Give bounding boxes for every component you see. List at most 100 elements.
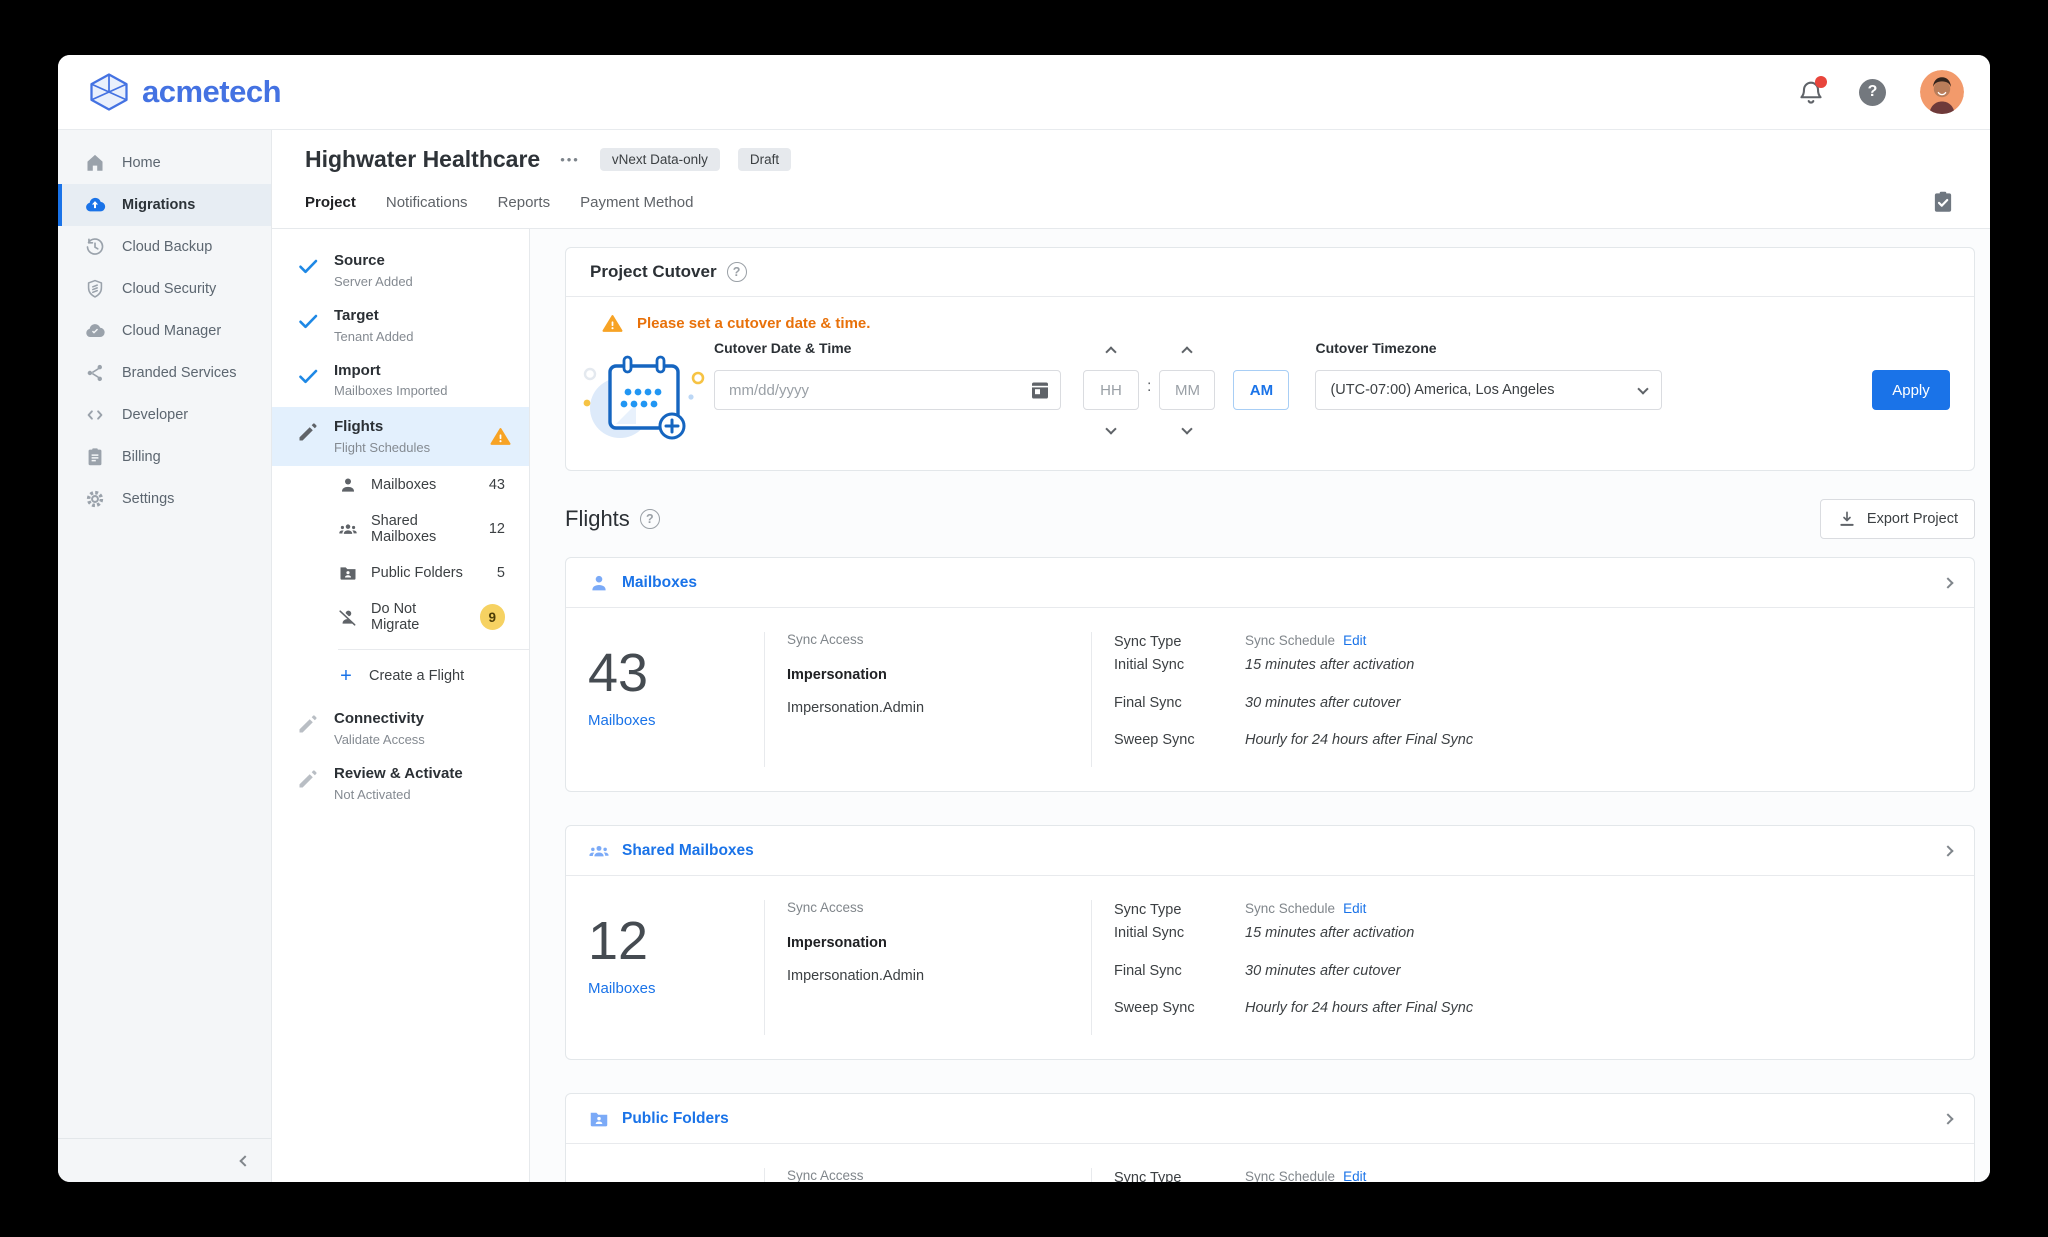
sidebar-item-label: Cloud Security: [122, 281, 216, 297]
flight-nav-do-not-migrate[interactable]: Do Not Migrate 9: [272, 592, 529, 642]
notifications-bell-icon[interactable]: [1797, 78, 1825, 106]
sync-type-value: Sweep Sync: [1114, 998, 1245, 1018]
step-flights[interactable]: Flights Flight Schedules: [272, 407, 529, 466]
export-project-label: Export Project: [1867, 511, 1958, 527]
minute-down-icon[interactable]: [1183, 420, 1191, 440]
flight-card-public-folders: Public Folders 5 Sync Access: [565, 1093, 1975, 1182]
apply-button[interactable]: Apply: [1872, 370, 1950, 410]
step-review-activate[interactable]: Review & Activate Not Activated: [272, 756, 529, 811]
sync-schedule-header: Sync Schedule: [1245, 900, 1335, 919]
sidebar-item-cloud-manager[interactable]: Cloud Manager: [58, 310, 271, 352]
edit-schedule-link[interactable]: Edit: [1343, 632, 1366, 651]
chevron-right-icon[interactable]: [1942, 577, 1953, 588]
step-subtitle: Flight Schedules: [334, 440, 430, 455]
share-icon: [84, 362, 106, 384]
project-cutover-card: Project Cutover ? Please set a cutover d…: [565, 247, 1975, 471]
step-connectivity[interactable]: Connectivity Validate Access: [272, 701, 529, 756]
calendar-picker-icon[interactable]: [1028, 378, 1052, 402]
checklist-clipboard-icon[interactable]: [1930, 189, 1956, 215]
chevron-right-icon[interactable]: [1942, 845, 1953, 856]
sidebar-item-label: Billing: [122, 449, 161, 465]
notification-badge: [1815, 76, 1827, 88]
meridiem-toggle[interactable]: AM: [1233, 370, 1289, 410]
step-subtitle: Validate Access: [334, 732, 425, 747]
cutover-help-icon[interactable]: ?: [727, 262, 747, 282]
sync-schedule-value: 30 minutes after cutover: [1245, 961, 1944, 981]
do-not-migrate-badge: 9: [480, 604, 505, 630]
sidebar-item-settings[interactable]: Settings: [58, 478, 271, 520]
create-flight-label: Create a Flight: [369, 668, 464, 684]
cutover-date-input[interactable]: [714, 370, 1061, 410]
sidebar: Home Migrations Cloud Backup: [58, 130, 272, 1182]
check-icon: [296, 309, 320, 333]
sync-access-primary: Impersonation: [787, 935, 1081, 951]
flight-nav-count: 43: [489, 477, 505, 493]
sidebar-item-migrations[interactable]: Migrations: [58, 184, 271, 226]
help-icon[interactable]: ?: [1859, 79, 1886, 106]
flight-card-title: Public Folders: [622, 1110, 729, 1128]
create-flight-button[interactable]: + Create a Flight: [272, 657, 529, 695]
tab-project[interactable]: Project: [305, 194, 356, 211]
flight-nav-label: Shared Mailboxes: [371, 513, 476, 545]
sync-schedule-value: Hourly for 24 hours after Final Sync: [1245, 730, 1944, 750]
sidebar-item-home[interactable]: Home: [58, 142, 271, 184]
divider: [338, 649, 529, 650]
tab-notifications[interactable]: Notifications: [386, 194, 468, 211]
chevron-down-icon: [1638, 383, 1649, 394]
flight-nav-label: Mailboxes: [371, 477, 436, 493]
user-avatar[interactable]: [1920, 70, 1964, 114]
cutover-title: Project Cutover: [590, 262, 717, 282]
edit-schedule-link[interactable]: Edit: [1343, 900, 1366, 919]
project-type-badge: vNext Data-only: [600, 148, 720, 171]
date-label: Cutover Date & Time: [714, 340, 1061, 360]
hour-up-icon[interactable]: [1107, 340, 1115, 360]
tab-payment-method[interactable]: Payment Method: [580, 194, 693, 211]
sidebar-collapse-icon[interactable]: [239, 1155, 250, 1166]
edit-schedule-link[interactable]: Edit: [1343, 1168, 1366, 1182]
hour-input[interactable]: [1083, 370, 1139, 410]
sidebar-item-label: Settings: [122, 491, 174, 507]
brand-logo[interactable]: acmetech: [88, 72, 281, 112]
plus-icon: +: [336, 666, 356, 686]
migrations-cloud-icon: [84, 194, 106, 216]
chevron-right-icon[interactable]: [1942, 1113, 1953, 1124]
sidebar-item-billing[interactable]: Billing: [58, 436, 271, 478]
flight-card-header[interactable]: Public Folders: [566, 1094, 1974, 1144]
step-import[interactable]: Import Mailboxes Imported: [272, 353, 529, 408]
sidebar-item-cloud-security[interactable]: Cloud Security: [58, 268, 271, 310]
flights-title: Flights: [565, 506, 630, 532]
flight-nav-mailboxes[interactable]: Mailboxes 43: [272, 466, 529, 504]
flights-section-header: Flights ? Export Project: [565, 499, 1975, 539]
tab-reports[interactable]: Reports: [498, 194, 551, 211]
sidebar-item-developer[interactable]: Developer: [58, 394, 271, 436]
sync-access-header: Sync Access: [787, 900, 1081, 915]
sidebar-item-cloud-backup[interactable]: Cloud Backup: [58, 226, 271, 268]
app-window: acmetech ?: [58, 55, 1990, 1182]
project-steps: Source Server Added Target Tenant Added: [272, 229, 530, 1182]
export-project-button[interactable]: Export Project: [1820, 499, 1975, 539]
step-source[interactable]: Source Server Added: [272, 243, 529, 298]
minute-input[interactable]: [1159, 370, 1215, 410]
flight-card-header[interactable]: Mailboxes: [566, 558, 1974, 608]
backup-history-icon: [84, 236, 106, 258]
hour-down-icon[interactable]: [1107, 420, 1115, 440]
flight-card-header[interactable]: Shared Mailboxes: [566, 826, 1974, 876]
cutover-date-group: Cutover Date & Time: [714, 340, 1061, 410]
timezone-select[interactable]: (UTC-07:00) America, Los Angeles: [1315, 370, 1662, 410]
person-off-icon: [338, 607, 358, 627]
sidebar-item-label: Developer: [122, 407, 188, 423]
sync-schedule-value: 15 minutes after activation: [1245, 923, 1944, 943]
flight-nav-public-folders[interactable]: Public Folders 5: [272, 554, 529, 592]
more-menu-icon[interactable]: •••: [558, 152, 582, 167]
minute-up-icon[interactable]: [1183, 340, 1191, 360]
sync-type-header: Sync Type: [1114, 900, 1245, 920]
flight-card-title: Mailboxes: [622, 574, 697, 592]
flight-nav-shared-mailboxes[interactable]: Shared Mailboxes 12: [272, 504, 529, 554]
cutover-warning: Please set a cutover date & time.: [602, 313, 1950, 334]
sidebar-item-branded-services[interactable]: Branded Services: [58, 352, 271, 394]
step-target[interactable]: Target Tenant Added: [272, 298, 529, 353]
sync-schedule-value: 15 minutes after activation: [1245, 655, 1944, 675]
check-icon: [296, 254, 320, 278]
cube-logo-icon: [88, 72, 130, 112]
flights-help-icon[interactable]: ?: [640, 509, 660, 529]
